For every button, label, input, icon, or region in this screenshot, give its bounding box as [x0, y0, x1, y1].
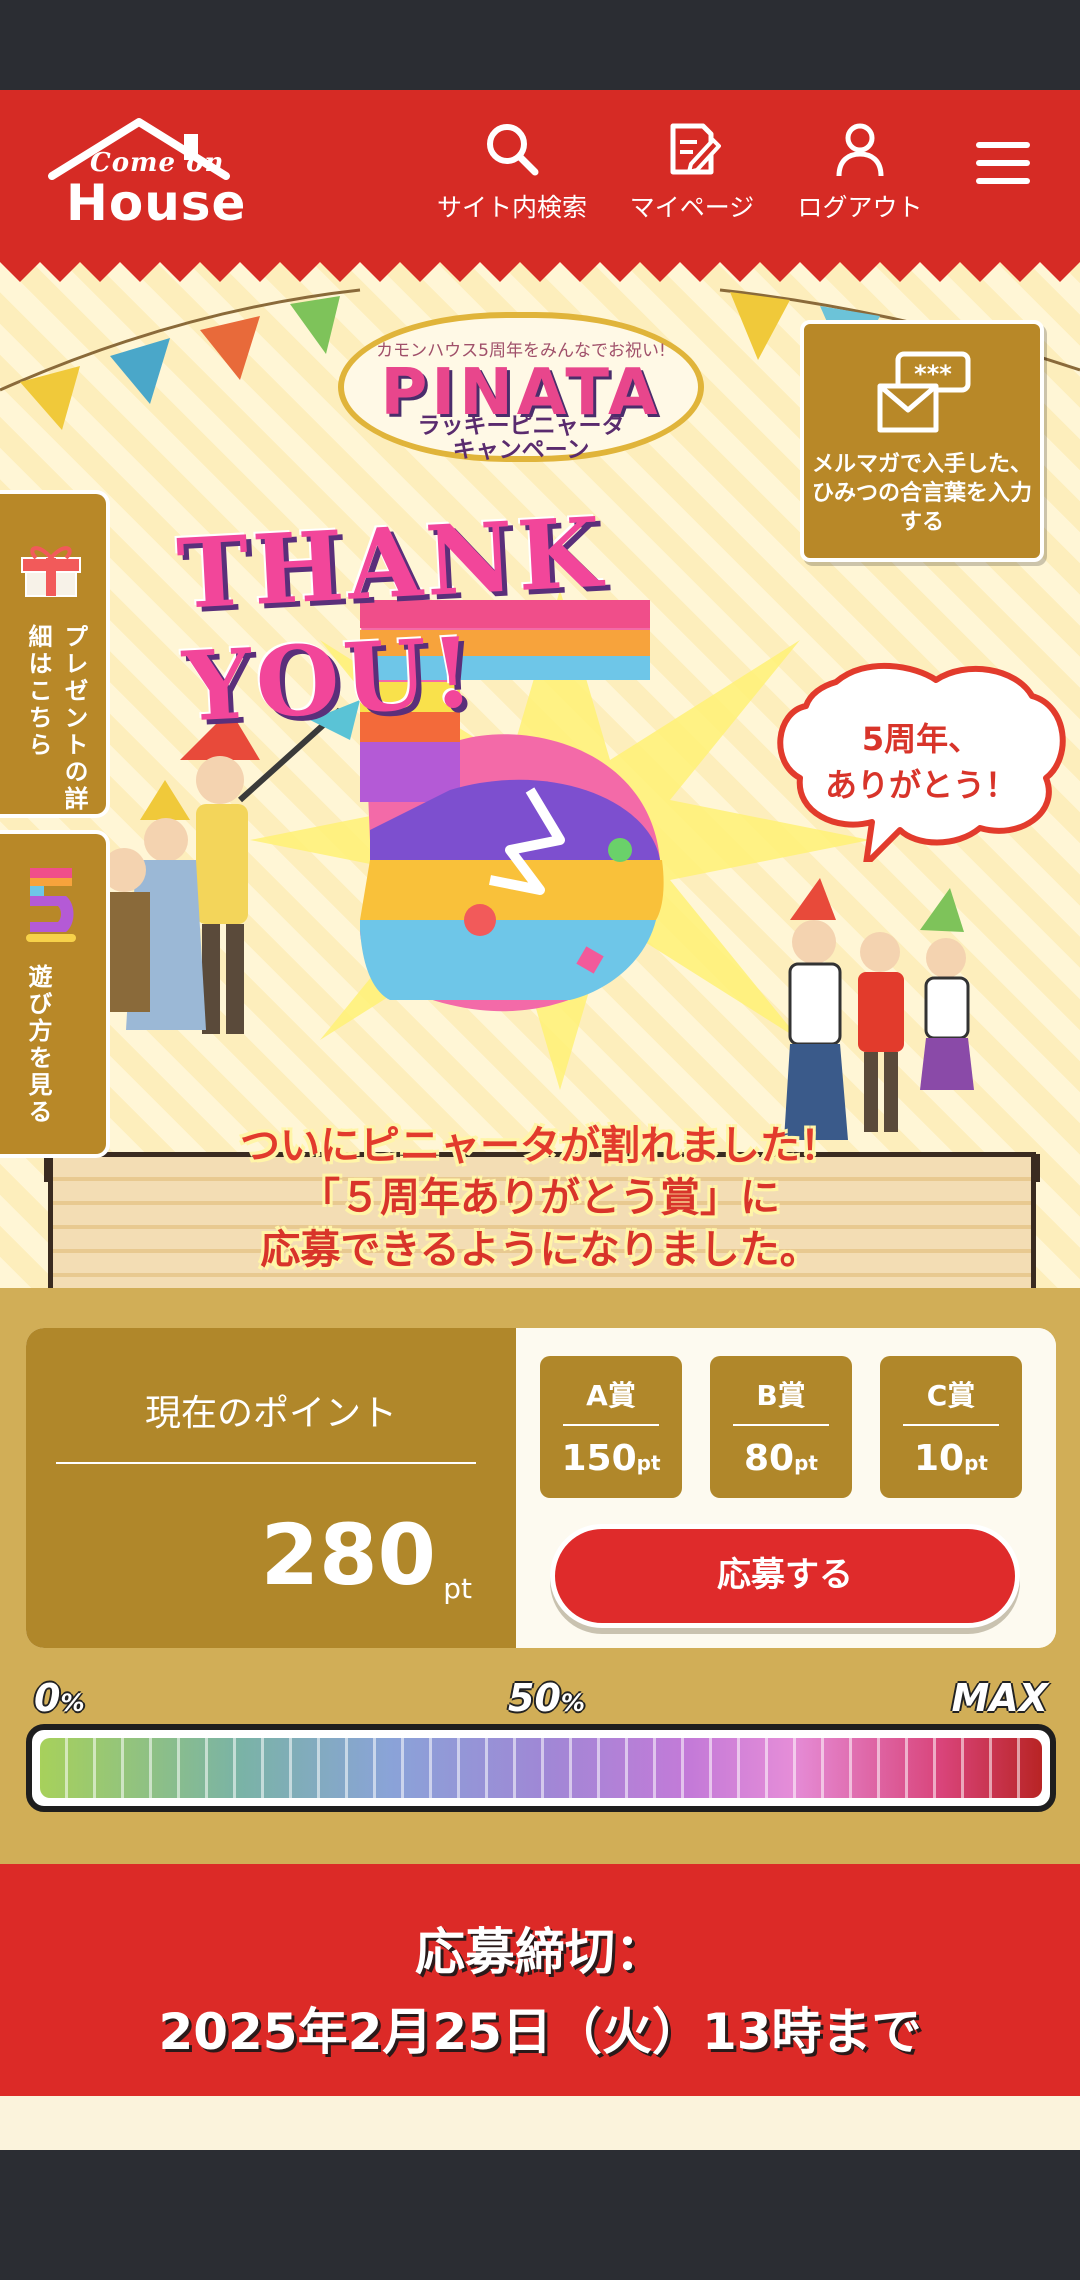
logo-line2: House — [66, 174, 247, 232]
hero-message-line2: 「５周年ありがとう賞」に — [300, 1175, 780, 1221]
deadline-date: 2025年2月25日（火）13時まで — [158, 2003, 922, 2061]
hamburger-menu-icon[interactable] — [976, 142, 1030, 188]
prize-a-name: A賞 — [586, 1379, 636, 1412]
hero-message-line3: 応募できるようになりました。 — [260, 1227, 820, 1273]
gauge-labels: 0% 50% MAX — [26, 1676, 1056, 1726]
deadline-banner: 応募締切： 2025年2月25日（火）13時まで — [0, 1864, 1080, 2096]
present-details-tab[interactable]: プレゼントの詳細はこちら — [0, 490, 110, 818]
bubble-text-line1: 5周年、 — [861, 720, 981, 758]
points-section: 現在のポイント 280 pt A賞 150pt B賞 80pt C賞 10pt … — [0, 1288, 1080, 1864]
how-to-play-label: 遊び方を見る — [24, 964, 52, 1126]
prize-c-unit: pt — [964, 1451, 988, 1475]
current-points-title: 現在のポイント — [144, 1393, 397, 1434]
secret-password-button[interactable]: *** メルマガで入手した、ひみつの合言葉を入力する — [800, 320, 1044, 562]
site-header: Come on House サイト内検索 マイページ ログアウト — [0, 90, 1080, 250]
apply-button[interactable]: 応募する — [550, 1524, 1020, 1628]
campaign-name-line1: ラッキーピニャータ — [417, 413, 625, 439]
gauge-label-max: MAX — [951, 1676, 1048, 1720]
mypage-label: マイページ — [629, 193, 755, 222]
deadline-label: 応募締切： — [415, 1923, 665, 1981]
gift-icon — [21, 546, 81, 597]
how-to-play-tab[interactable]: 遊び方を見る — [0, 830, 110, 1158]
secret-mail-icon: *** — [877, 351, 971, 433]
present-details-label: プレゼントの詳細はこちら — [24, 624, 88, 813]
prize-c: C賞 10pt — [880, 1356, 1022, 1498]
prize-b: B賞 80pt — [710, 1356, 852, 1498]
prize-c-name: C賞 — [926, 1379, 976, 1412]
bubble-text-line2: ありがとう！ — [824, 766, 1017, 804]
come-on-house-logo[interactable]: Come on House — [44, 116, 245, 232]
prize-panel: A賞 150pt B賞 80pt C賞 10pt 応募する — [516, 1328, 1056, 1648]
prize-c-points: 10 — [914, 1438, 965, 1479]
prize-a-points: 150 — [561, 1438, 637, 1479]
campaign-hero-banner: カモンハウス5周年をみんなでお祝い! PINATA ラッキーピニャータ キャンペ… — [0, 250, 1080, 1288]
hero-message-line1: ついにピニャータが割れました！ — [240, 1123, 840, 1169]
thank-you-heading: THANK YOU! — [174, 495, 608, 744]
status-bar — [0, 0, 1080, 90]
current-points-panel: 現在のポイント 280 pt — [26, 1328, 516, 1648]
hero-message: ついにピニャータが割れました！ 「５周年ありがとう賞」に 応募できるようになりま… — [0, 1120, 1080, 1276]
search-icon — [487, 124, 539, 176]
prize-a-unit: pt — [636, 1451, 661, 1475]
campaign-name-line2: キャンペーン — [452, 437, 590, 463]
site-search-label: サイト内検索 — [436, 193, 587, 222]
gauge-label-0: 0% — [34, 1676, 85, 1720]
five-anniversary-icon — [26, 868, 76, 942]
user-icon — [836, 123, 884, 177]
pinata-campaign-logo: カモンハウス5周年をみんなでお祝い! PINATA ラッキーピニャータ キャンペ… — [338, 312, 704, 462]
points-progress-gauge — [26, 1724, 1056, 1812]
gauge-label-50: 50% — [508, 1676, 585, 1720]
site-search-link[interactable]: サイト内検索 — [432, 120, 592, 224]
prize-a: A賞 150pt — [540, 1356, 682, 1498]
system-nav-bar — [0, 2150, 1080, 2280]
edit-document-icon — [670, 123, 721, 175]
current-points-unit: pt — [443, 1572, 472, 1605]
points-card: 現在のポイント 280 pt A賞 150pt B賞 80pt C賞 10pt … — [26, 1328, 1056, 1648]
prize-b-name: B賞 — [756, 1379, 806, 1412]
footer-strip — [0, 2096, 1080, 2150]
prize-b-points: 80 — [744, 1438, 795, 1479]
prize-b-unit: pt — [794, 1451, 818, 1475]
gauge-fill — [40, 1738, 1042, 1798]
logout-link[interactable]: ログアウト — [790, 120, 930, 224]
speech-bubble: 5周年、 ありがとう！ — [776, 662, 1066, 862]
celebrating-people-left — [110, 700, 360, 1034]
logout-label: ログアウト — [797, 193, 923, 222]
current-points-value: 280 — [260, 1506, 436, 1604]
mypage-link[interactable]: マイページ — [612, 120, 772, 224]
celebrating-people-right — [784, 878, 974, 1140]
secret-password-label: メルマガで入手した、ひみつの合言葉を入力する — [811, 452, 1032, 535]
divider — [56, 1462, 476, 1464]
